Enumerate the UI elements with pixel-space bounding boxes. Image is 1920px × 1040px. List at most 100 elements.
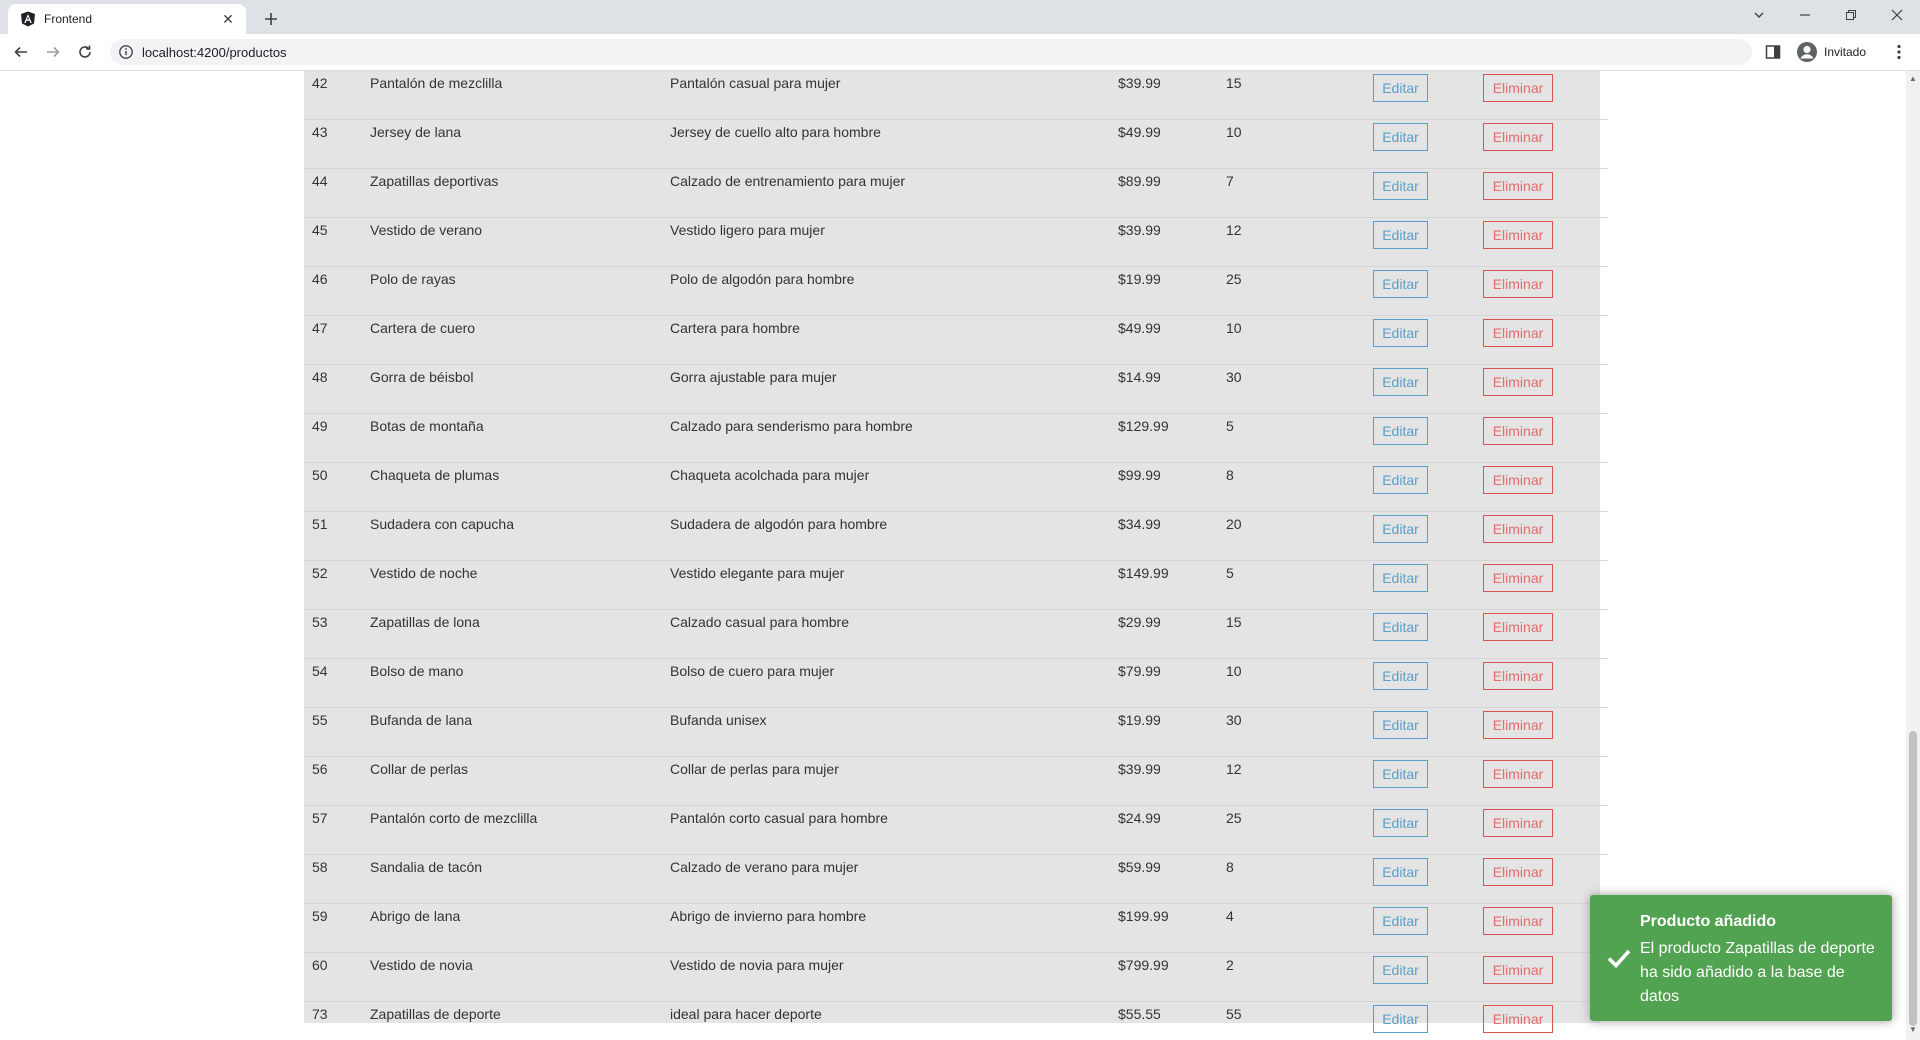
product-price-cell: $199.99: [1118, 903, 1226, 953]
reload-button[interactable]: [72, 39, 98, 65]
edit-cell: Editar: [1373, 315, 1483, 365]
edit-button[interactable]: Editar: [1373, 515, 1428, 543]
delete-button[interactable]: Eliminar: [1483, 270, 1553, 298]
product-price-cell: $39.99: [1118, 217, 1226, 267]
arrow-right-icon: [47, 46, 60, 58]
edit-button[interactable]: Editar: [1373, 711, 1428, 739]
product-price: $199.99: [1118, 908, 1169, 924]
product-description: Sudadera de algodón para hombre: [670, 516, 888, 532]
browser-tab-active[interactable]: Frontend ✕: [8, 4, 246, 34]
product-description: Collar de perlas para mujer: [670, 761, 839, 777]
edit-button[interactable]: Editar: [1373, 760, 1428, 788]
product-id-cell: 60: [304, 952, 370, 1002]
new-tab-button[interactable]: [258, 6, 284, 32]
edit-button[interactable]: Editar: [1373, 466, 1428, 494]
edit-button[interactable]: Editar: [1373, 368, 1428, 396]
product-id-cell: 45: [304, 217, 370, 267]
edit-button[interactable]: Editar: [1373, 172, 1428, 200]
product-id: 42: [312, 75, 328, 91]
delete-button[interactable]: Eliminar: [1483, 221, 1553, 249]
product-id-cell: 42: [304, 71, 370, 120]
product-price: $39.99: [1118, 75, 1161, 91]
edit-button[interactable]: Editar: [1373, 662, 1428, 690]
product-stock: 5: [1226, 418, 1234, 434]
edit-button[interactable]: Editar: [1373, 1005, 1428, 1033]
edit-button[interactable]: Editar: [1373, 221, 1428, 249]
page-scrollbar[interactable]: ▲ ▼: [1906, 71, 1920, 1040]
address-bar[interactable]: localhost:4200/productos: [110, 39, 1752, 65]
scroll-down-icon[interactable]: ▼: [1909, 1026, 1917, 1034]
delete-cell: Eliminar: [1483, 217, 1608, 267]
edit-button[interactable]: Editar: [1373, 956, 1428, 984]
product-name: Zapatillas de lona: [370, 614, 480, 630]
delete-button[interactable]: Eliminar: [1483, 319, 1553, 347]
minimize-button[interactable]: [1782, 0, 1828, 30]
edit-button[interactable]: Editar: [1373, 123, 1428, 151]
delete-button[interactable]: Eliminar: [1483, 123, 1553, 151]
delete-button[interactable]: Eliminar: [1483, 858, 1553, 886]
edit-button[interactable]: Editar: [1373, 613, 1428, 641]
delete-cell: Eliminar: [1483, 413, 1608, 463]
product-name-cell: Vestido de novia: [370, 952, 670, 1002]
scroll-up-icon[interactable]: ▲: [1909, 75, 1917, 83]
product-id-cell: 48: [304, 364, 370, 414]
delete-button[interactable]: Eliminar: [1483, 466, 1553, 494]
edit-button[interactable]: Editar: [1373, 319, 1428, 347]
product-id-cell: 46: [304, 266, 370, 316]
forward-button[interactable]: [40, 39, 66, 65]
scrollbar-thumb[interactable]: [1909, 731, 1917, 1026]
minimize-icon: [1800, 14, 1810, 16]
product-stock-cell: 12: [1226, 217, 1373, 267]
delete-button[interactable]: Eliminar: [1483, 613, 1553, 641]
product-name: Pantalón de mezclilla: [370, 75, 503, 91]
close-window-button[interactable]: [1874, 0, 1920, 30]
delete-button[interactable]: Eliminar: [1483, 515, 1553, 543]
tab-close-icon[interactable]: ✕: [218, 9, 238, 29]
site-info-icon[interactable]: [118, 44, 134, 60]
edit-button[interactable]: Editar: [1373, 858, 1428, 886]
product-stock: 15: [1226, 75, 1242, 91]
side-panel-button[interactable]: [1764, 43, 1782, 61]
product-id: 44: [312, 173, 328, 189]
product-description: Pantalón corto casual para hombre: [670, 810, 888, 826]
product-stock-cell: 30: [1226, 364, 1373, 414]
delete-cell: Eliminar: [1483, 364, 1608, 414]
product-stock-cell: 25: [1226, 805, 1373, 855]
delete-button[interactable]: Eliminar: [1483, 907, 1553, 935]
edit-button[interactable]: Editar: [1373, 270, 1428, 298]
product-name: Jersey de lana: [370, 124, 462, 140]
product-name: Collar de perlas: [370, 761, 469, 777]
product-description: Pantalón casual para mujer: [670, 75, 841, 91]
delete-button[interactable]: Eliminar: [1483, 368, 1553, 396]
restore-button[interactable]: [1828, 0, 1874, 30]
browser-menu-button[interactable]: [1890, 43, 1908, 61]
product-price-cell: $55.55: [1118, 1001, 1226, 1040]
close-icon: [1891, 9, 1903, 21]
table-row: 60 Vestido de novia Vestido de novia para …: [304, 952, 1608, 1002]
delete-button[interactable]: Eliminar: [1483, 564, 1553, 592]
edit-button[interactable]: Editar: [1373, 809, 1428, 837]
delete-button[interactable]: Eliminar: [1483, 172, 1553, 200]
delete-button[interactable]: Eliminar: [1483, 711, 1553, 739]
profile-button[interactable]: Invitado: [1796, 41, 1866, 63]
edit-button[interactable]: Editar: [1373, 74, 1428, 102]
product-price: $29.99: [1118, 614, 1161, 630]
delete-button[interactable]: Eliminar: [1483, 74, 1553, 102]
delete-button[interactable]: Eliminar: [1483, 1005, 1553, 1033]
back-button[interactable]: [8, 39, 34, 65]
delete-cell: Eliminar: [1483, 462, 1608, 512]
delete-button[interactable]: Eliminar: [1483, 417, 1553, 445]
product-id: 60: [312, 957, 328, 973]
product-price: $49.99: [1118, 124, 1161, 140]
delete-button[interactable]: Eliminar: [1483, 760, 1553, 788]
edit-button[interactable]: Editar: [1373, 417, 1428, 445]
success-toast[interactable]: Producto añadido El producto Zapatillas …: [1590, 895, 1892, 1021]
edit-cell: Editar: [1373, 364, 1483, 414]
delete-button[interactable]: Eliminar: [1483, 662, 1553, 690]
product-name: Cartera de cuero: [370, 320, 476, 336]
edit-button[interactable]: Editar: [1373, 907, 1428, 935]
tab-search-button[interactable]: [1736, 0, 1782, 30]
delete-button[interactable]: Eliminar: [1483, 809, 1553, 837]
delete-button[interactable]: Eliminar: [1483, 956, 1553, 984]
edit-button[interactable]: Editar: [1373, 564, 1428, 592]
